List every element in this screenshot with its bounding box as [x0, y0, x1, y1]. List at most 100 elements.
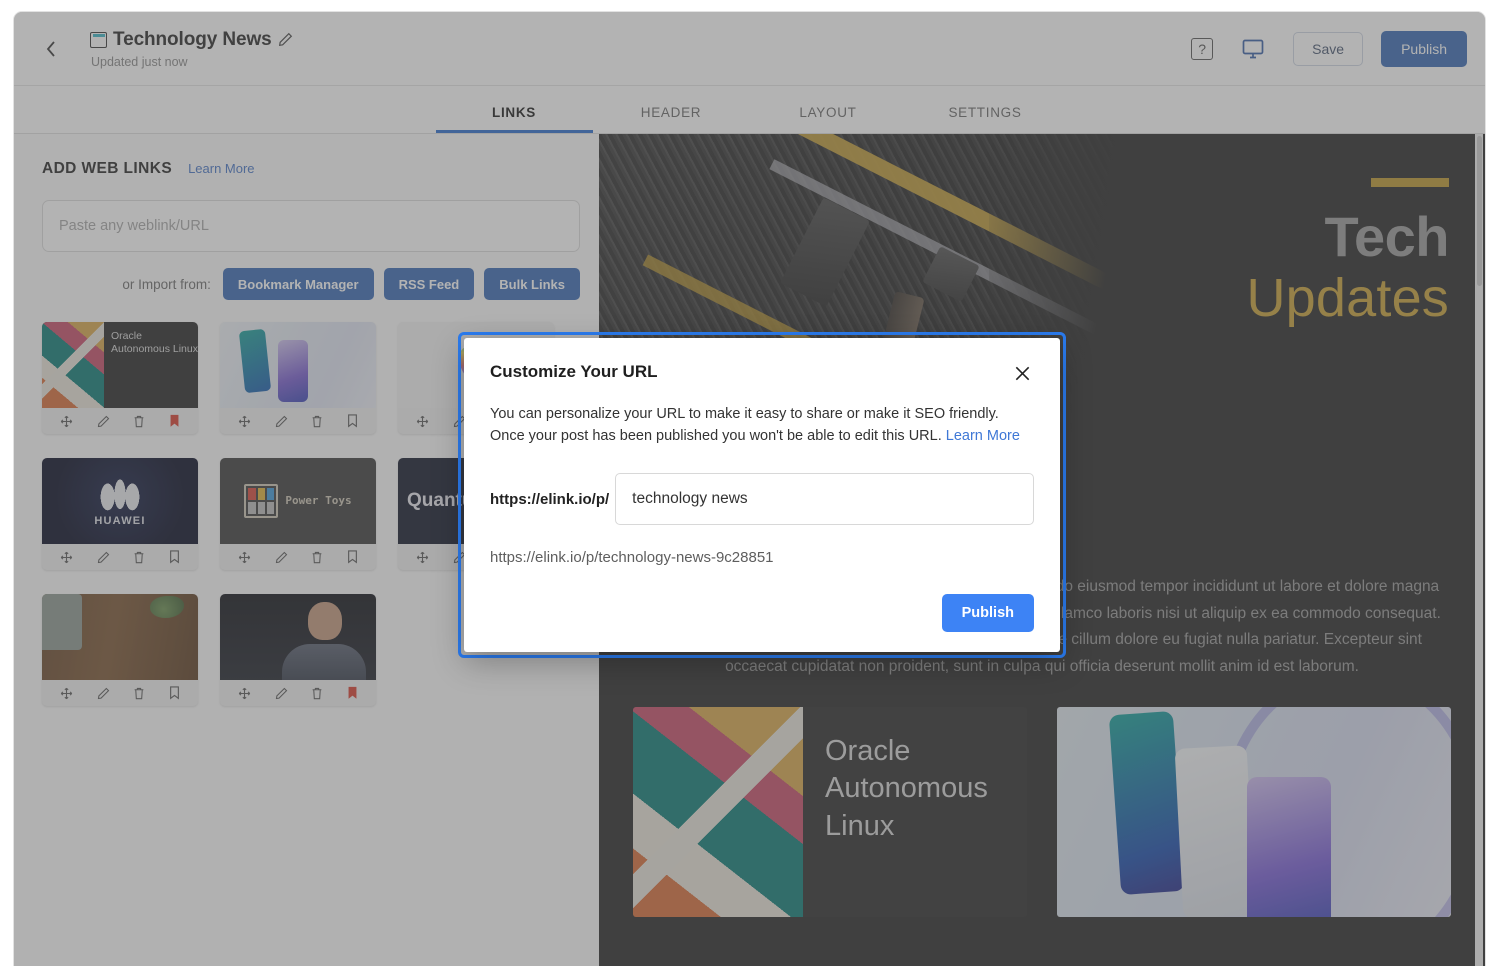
url-prefix-label: https://elink.io/p/: [490, 491, 609, 508]
bookmark-icon[interactable]: [347, 550, 358, 564]
section-title: ADD WEB LINKS: [42, 160, 172, 178]
bookmark-icon[interactable]: [347, 414, 358, 428]
delete-icon[interactable]: [311, 687, 323, 700]
powertoys-logo-icon: [244, 484, 278, 518]
card-actions: [220, 408, 376, 434]
preview-scrollbar[interactable]: [1475, 134, 1483, 966]
document-icon: [90, 32, 107, 48]
tab-settings[interactable]: SETTINGS: [907, 105, 1064, 133]
tab-links[interactable]: LINKS: [436, 105, 593, 133]
card-thumbnail: HUAWEI: [42, 458, 198, 544]
delete-icon[interactable]: [133, 687, 145, 700]
move-icon[interactable]: [60, 551, 73, 564]
move-icon[interactable]: [238, 415, 251, 428]
card-thumbnail: [220, 322, 376, 408]
edit-icon[interactable]: [275, 551, 288, 564]
app-window: Technology News Updated just now ?: [14, 12, 1485, 966]
tab-layout[interactable]: LAYOUT: [750, 105, 907, 133]
card-actions: [42, 408, 198, 434]
final-url-preview: https://elink.io/p/technology-news-9c288…: [490, 549, 1034, 566]
import-row: or Import from: Bookmark Manager RSS Fee…: [42, 268, 580, 300]
delete-icon[interactable]: [133, 551, 145, 564]
back-button[interactable]: [34, 32, 68, 66]
title-row: Technology News: [90, 29, 293, 51]
preview-card-caption: Oracle Autonomous Linux: [803, 707, 1027, 917]
rss-feed-button[interactable]: RSS Feed: [384, 268, 475, 300]
link-card[interactable]: [42, 594, 198, 706]
thumbnail-caption: Power Toys: [285, 495, 351, 507]
top-bar-actions: ? Save Publish: [1191, 31, 1467, 67]
card-actions: [220, 544, 376, 570]
weblink-url-input[interactable]: [42, 200, 580, 252]
phone-render: [1109, 711, 1185, 895]
dialog-header: Customize Your URL: [490, 362, 1034, 385]
dialog-learn-more-link[interactable]: Learn More: [946, 428, 1020, 444]
bulk-links-button[interactable]: Bulk Links: [484, 268, 580, 300]
delete-icon[interactable]: [311, 551, 323, 564]
section-header: ADD WEB LINKS Learn More: [42, 160, 577, 178]
hero-text: Tech Updates: [1246, 178, 1449, 325]
preview-card[interactable]: Oracle Autonomous Linux: [633, 707, 1027, 917]
preview-card-grid: Oracle Autonomous Linux: [633, 707, 1451, 917]
card-thumbnail: [220, 594, 376, 680]
thumbnail-art: [42, 322, 104, 408]
document-title-block: Technology News Updated just now: [90, 29, 293, 69]
learn-more-link[interactable]: Learn More: [188, 161, 254, 176]
move-icon[interactable]: [60, 415, 73, 428]
tab-header[interactable]: HEADER: [593, 105, 750, 133]
preview-card[interactable]: [1057, 707, 1451, 917]
edit-icon[interactable]: [97, 687, 110, 700]
pencil-icon[interactable]: [278, 32, 293, 47]
dialog-description: You can personalize your URL to make it …: [490, 403, 1034, 447]
hero-title-secondary: Updates: [1246, 271, 1449, 325]
url-slug-input[interactable]: [615, 473, 1034, 525]
link-card[interactable]: HUAWEI: [42, 458, 198, 570]
phone-render: [1175, 745, 1256, 917]
circuit-chip: [922, 246, 979, 302]
chevron-left-icon: [45, 40, 57, 58]
bookmark-icon[interactable]: [169, 550, 180, 564]
save-button[interactable]: Save: [1293, 32, 1363, 66]
link-card[interactable]: [220, 594, 376, 706]
card-actions: [42, 680, 198, 706]
card-thumbnail: [42, 594, 198, 680]
dialog-title: Customize Your URL: [490, 362, 658, 382]
move-icon[interactable]: [416, 415, 429, 428]
publish-button[interactable]: Publish: [1381, 31, 1467, 67]
tab-bar: LINKS HEADER LAYOUT SETTINGS: [14, 86, 1485, 134]
dialog-publish-button[interactable]: Publish: [942, 594, 1034, 632]
delete-icon[interactable]: [311, 415, 323, 428]
url-editor-row: https://elink.io/p/: [490, 473, 1034, 525]
link-card[interactable]: Oracle Autonomous Linux: [42, 322, 198, 434]
bookmark-icon[interactable]: [169, 414, 180, 428]
bookmark-icon[interactable]: [347, 686, 358, 700]
close-icon[interactable]: [1011, 362, 1034, 385]
bookmark-manager-button[interactable]: Bookmark Manager: [223, 268, 374, 300]
edit-icon[interactable]: [275, 415, 288, 428]
link-card[interactable]: [220, 322, 376, 434]
edit-icon[interactable]: [97, 551, 110, 564]
top-bar: Technology News Updated just now ?: [14, 12, 1485, 86]
phone-render: [1247, 777, 1331, 917]
thumbnail-caption: HUAWEI: [94, 515, 145, 527]
delete-icon[interactable]: [133, 415, 145, 428]
bookmark-icon[interactable]: [169, 686, 180, 700]
help-icon[interactable]: ?: [1191, 38, 1213, 60]
move-icon[interactable]: [238, 551, 251, 564]
customize-url-dialog: Customize Your URL You can personalize y…: [458, 332, 1066, 658]
move-icon[interactable]: [238, 687, 251, 700]
hero-rule: [1371, 178, 1449, 187]
huawei-logo-icon: [98, 476, 142, 514]
edit-icon[interactable]: [97, 415, 110, 428]
page-root: Technology News Updated just now ?: [0, 0, 1499, 966]
card-thumbnail: Power Toys: [220, 458, 376, 544]
move-icon[interactable]: [416, 551, 429, 564]
tabs: LINKS HEADER LAYOUT SETTINGS: [436, 105, 1064, 133]
edit-icon[interactable]: [275, 687, 288, 700]
monitor-icon[interactable]: [1241, 37, 1265, 61]
dialog-description-text: You can personalize your URL to make it …: [490, 406, 999, 444]
card-thumbnail: Oracle Autonomous Linux: [42, 322, 198, 408]
dialog-panel: Customize Your URL You can personalize y…: [464, 338, 1060, 652]
link-card[interactable]: Power Toys: [220, 458, 376, 570]
move-icon[interactable]: [60, 687, 73, 700]
